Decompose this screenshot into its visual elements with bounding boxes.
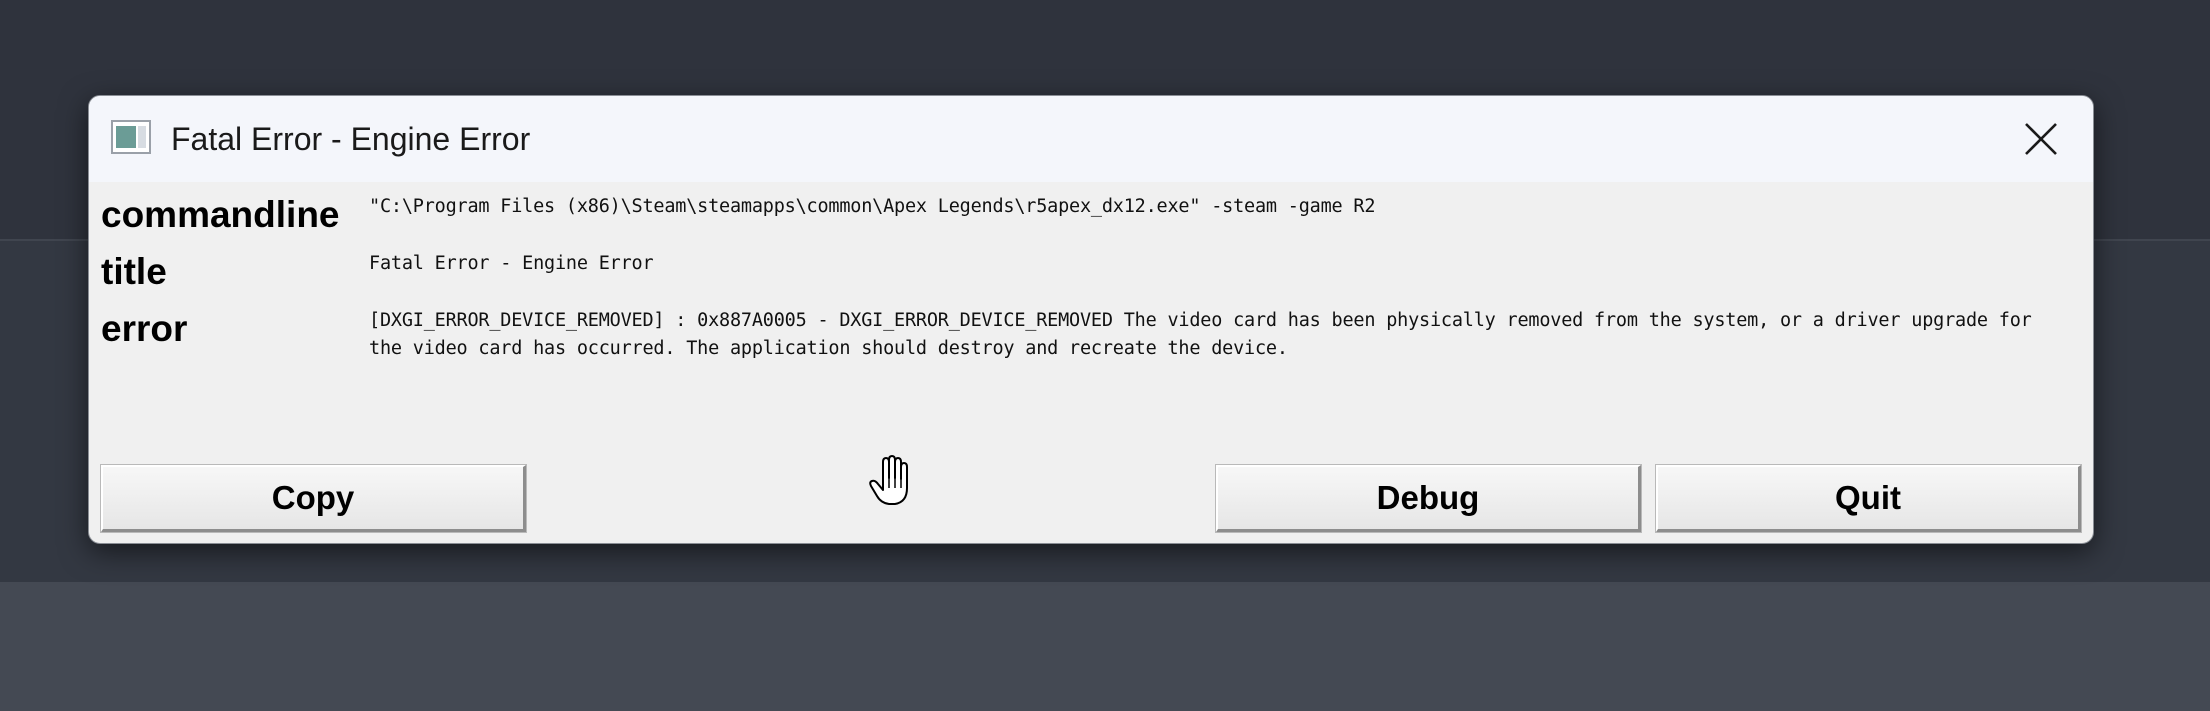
app-window-icon <box>111 120 151 154</box>
app-icon-pane <box>116 126 136 148</box>
background-bottom <box>0 582 2210 711</box>
commandline-label: commandline <box>101 194 340 235</box>
quit-button[interactable]: Quit <box>1655 464 2082 533</box>
title-value: Fatal Error - Engine Error <box>369 253 654 274</box>
copy-button[interactable]: Copy <box>100 464 527 533</box>
error-label: error <box>101 308 188 349</box>
close-button[interactable] <box>2011 114 2067 164</box>
hand-cursor-icon <box>869 455 908 505</box>
dialog-title: Fatal Error - Engine Error <box>171 121 531 157</box>
app-icon-pane-side <box>138 126 146 148</box>
title-label: title <box>101 251 167 292</box>
debug-button[interactable]: Debug <box>1215 464 1642 533</box>
commandline-value: "C:\Program Files (x86)\Steam\steamapps\… <box>369 196 1376 217</box>
fatal-error-dialog: Fatal Error - Engine Error commandline "… <box>88 95 2094 544</box>
dialog-titlebar[interactable]: Fatal Error - Engine Error <box>89 96 2093 182</box>
error-value: [DXGI_ERROR_DEVICE_REMOVED] : 0x887A0005… <box>369 310 2032 359</box>
close-icon <box>2025 123 2057 155</box>
